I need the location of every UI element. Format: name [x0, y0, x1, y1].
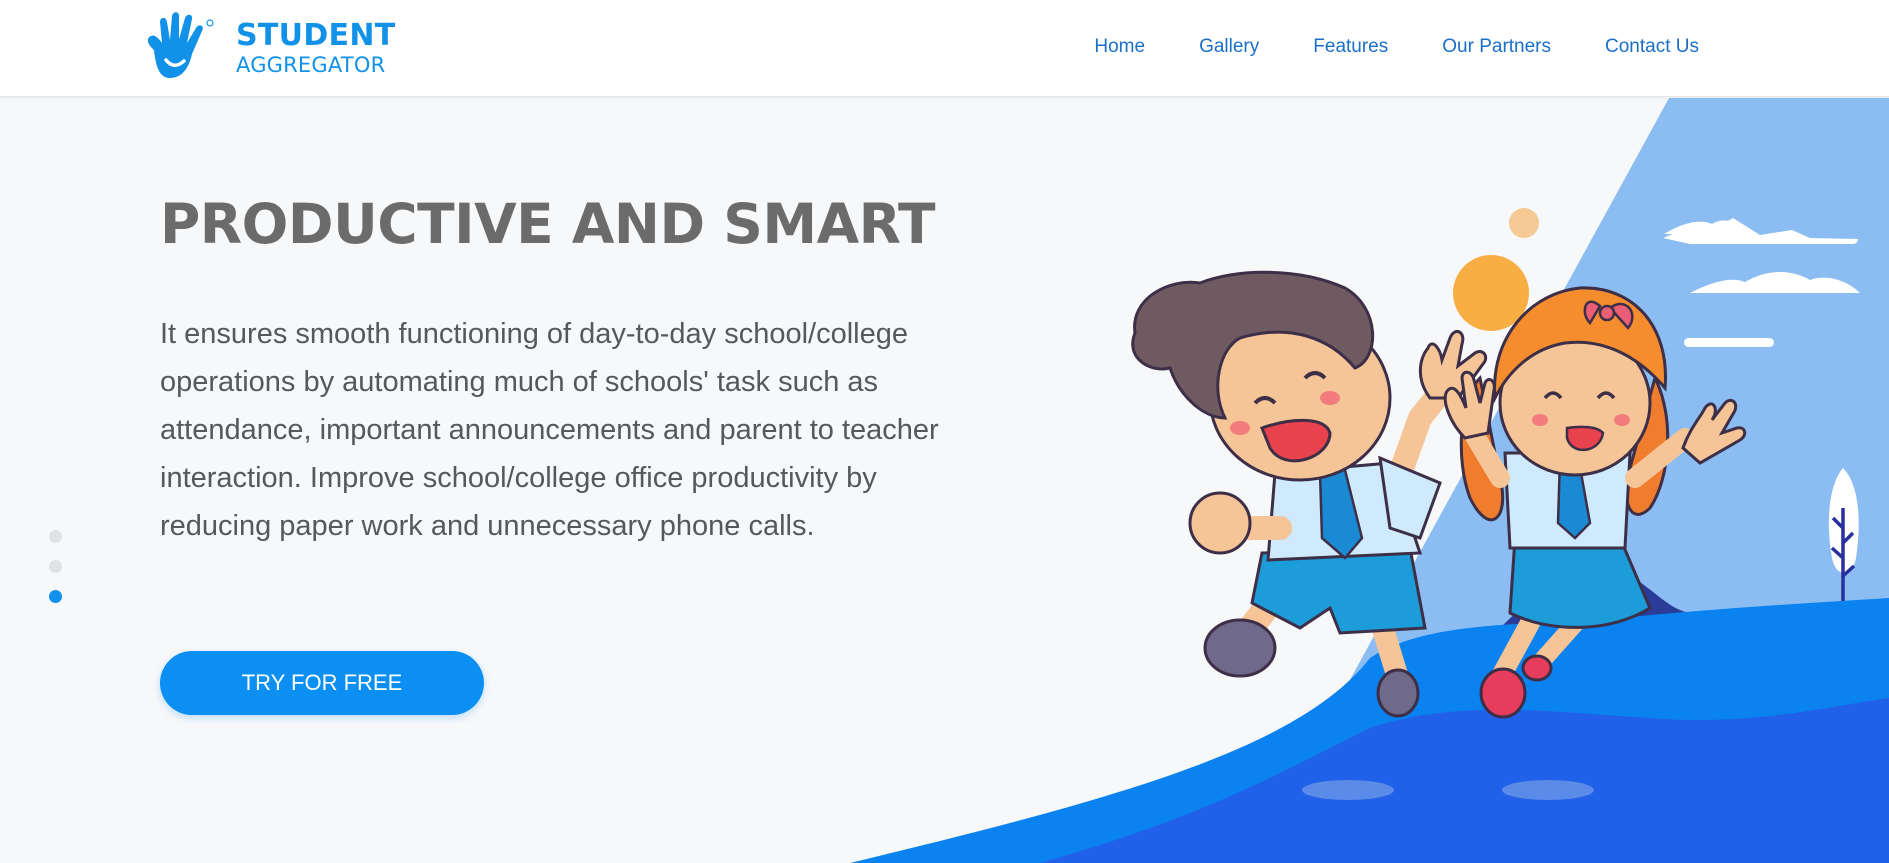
waving-hand-logo-icon — [147, 12, 214, 78]
slider-dot-3-active[interactable] — [49, 590, 62, 603]
site-header: STUDENT AGGREGATOR Home Gallery Features… — [0, 0, 1889, 97]
slider-dot-2[interactable] — [49, 560, 62, 573]
hero-title: PRODUCTIVE AND SMART — [160, 192, 936, 256]
small-sun-shape — [1509, 208, 1539, 238]
brand-name: STUDENT — [236, 17, 396, 53]
shadow-shape — [1302, 780, 1394, 800]
main-nav: Home Gallery Features Our Partners Conta… — [1040, 36, 1699, 58]
hero-description: It ensures smooth functioning of day-to-… — [160, 318, 939, 542]
nav-our-partners[interactable]: Our Partners — [1442, 36, 1551, 58]
shadow-shape — [1502, 780, 1594, 800]
slider-dot-1[interactable] — [49, 530, 62, 543]
nav-gallery[interactable]: Gallery — [1199, 36, 1259, 58]
slider-dots — [49, 530, 62, 620]
nav-contact-us[interactable]: Contact Us — [1605, 36, 1699, 58]
brand-logo[interactable]: STUDENT AGGREGATOR — [142, 10, 396, 86]
brand-tagline: AGGREGATOR — [236, 52, 386, 77]
nav-home[interactable]: Home — [1094, 36, 1145, 58]
hero-section: PRODUCTIVE AND SMART It ensures smooth f… — [0, 98, 1889, 863]
nav-features[interactable]: Features — [1313, 36, 1388, 58]
cloud-streak — [1684, 338, 1774, 347]
try-for-free-button[interactable]: TRY FOR FREE — [160, 651, 484, 715]
